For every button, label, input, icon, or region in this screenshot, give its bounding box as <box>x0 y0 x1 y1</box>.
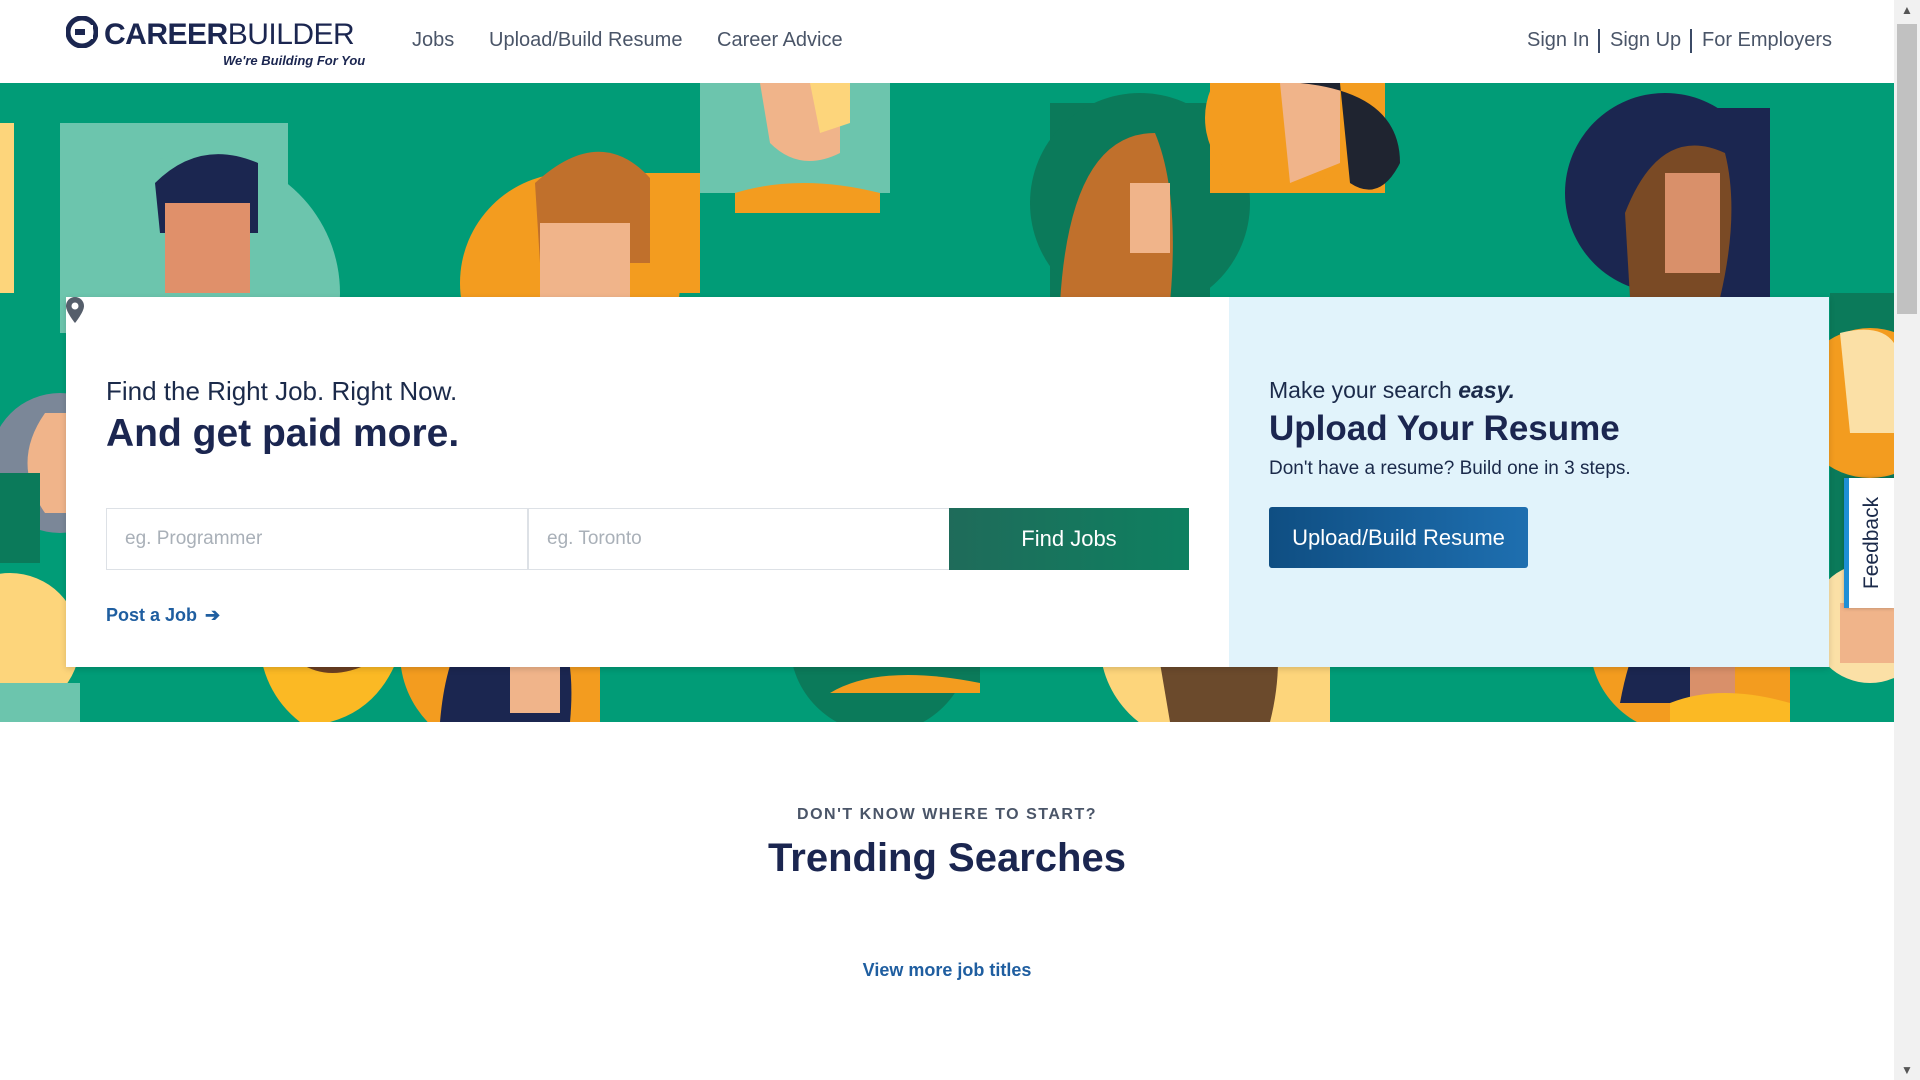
trending-eyebrow: DON'T KNOW WHERE TO START? <box>797 806 1097 823</box>
resume-panel: Make your search easy. Upload Your Resum… <box>1229 297 1829 667</box>
resume-subtitle: Don't have a resume? Build one in 3 step… <box>1269 458 1631 479</box>
view-more-job-titles-link[interactable]: View more job titles <box>0 960 1894 981</box>
for-employers-link[interactable]: For Employers <box>1702 29 1832 52</box>
logo-wordmark: CAREERBUILDER <box>104 18 355 51</box>
post-a-job-link[interactable]: Post a Job ➔ <box>106 605 220 626</box>
sign-up-link[interactable]: Sign Up <box>1610 29 1681 52</box>
job-keyword-input[interactable] <box>106 508 528 570</box>
search-tagline: Find the Right Job. Right Now. <box>106 376 458 406</box>
post-a-job-label: Post a Job <box>106 605 198 625</box>
search-headline: And get paid more. <box>106 412 460 455</box>
nav-career-advice[interactable]: Career Advice <box>717 29 843 52</box>
resume-lead: Make your search easy. <box>1269 377 1515 403</box>
feedback-tab[interactable]: Feedback <box>1844 478 1894 608</box>
hero-banner: Find the Right Job. Right Now. And get p… <box>0 83 1894 722</box>
trending-title: Trending Searches <box>768 836 1126 880</box>
location-input[interactable] <box>528 508 950 570</box>
careerbuilder-logo-icon <box>66 16 98 48</box>
search-card: Find the Right Job. Right Now. And get p… <box>66 297 1829 667</box>
nav-upload-build-resume[interactable]: Upload/Build Resume <box>489 29 682 52</box>
find-jobs-button[interactable]: Find Jobs <box>949 508 1189 570</box>
sign-in-link[interactable]: Sign In <box>1527 29 1589 52</box>
upload-build-resume-button[interactable]: Upload/Build Resume <box>1269 507 1528 568</box>
scroll-up-icon[interactable]: ▲ <box>1894 0 1920 20</box>
resume-title: Upload Your Resume <box>1269 409 1620 448</box>
feedback-label: Feedback <box>1859 496 1883 590</box>
arrow-right-icon: ➔ <box>205 605 221 625</box>
scroll-thumb[interactable] <box>1897 24 1917 314</box>
careerbuilder-logo[interactable]: CAREERBUILDER We're Building For You <box>66 16 365 72</box>
nav-jobs[interactable]: Jobs <box>412 29 454 52</box>
logo-tagline: We're Building For You <box>223 53 366 68</box>
header-divider <box>1690 29 1692 53</box>
scroll-down-icon[interactable]: ▼ <box>1894 1060 1920 1080</box>
map-pin-icon[interactable] <box>66 297 84 323</box>
page-scrollbar[interactable]: ▲ ▼ <box>1894 0 1920 1080</box>
header-divider <box>1598 29 1600 53</box>
site-header: CAREERBUILDER We're Building For You Job… <box>0 0 1894 83</box>
